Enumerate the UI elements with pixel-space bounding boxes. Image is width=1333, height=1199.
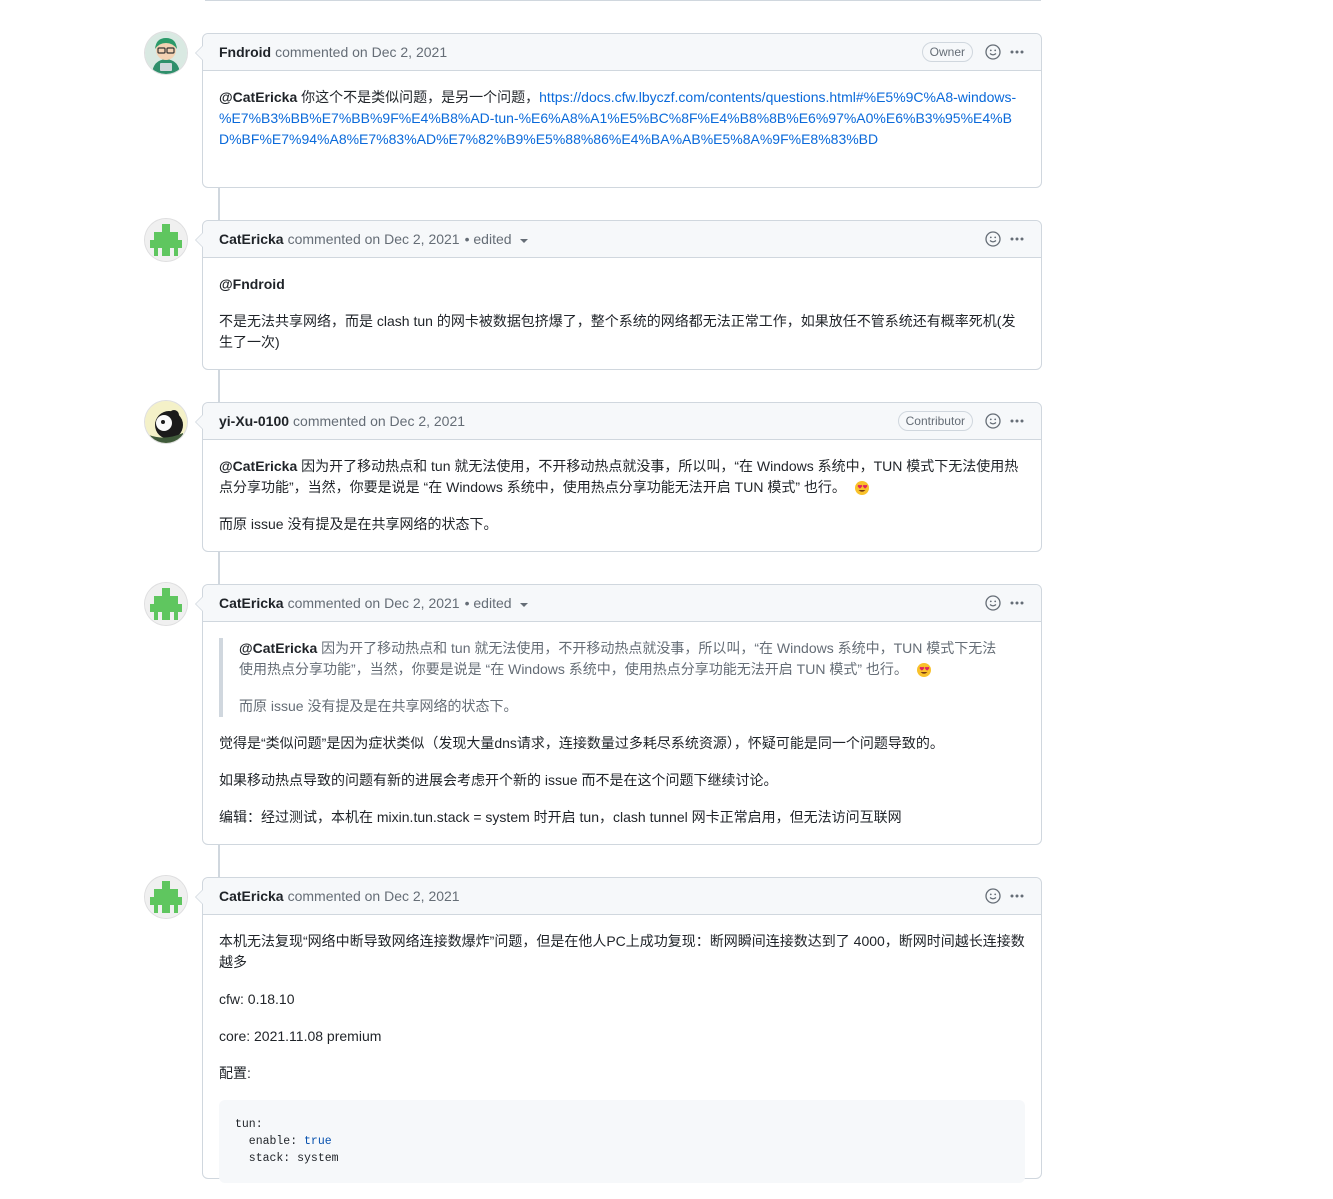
- comment-timestamp[interactable]: commented on Dec 2, 2021: [293, 413, 465, 429]
- comment-author[interactable]: CatEricka: [219, 231, 284, 247]
- avatar-fndroid[interactable]: [145, 32, 187, 74]
- smiley-icon[interactable]: [985, 888, 1001, 904]
- quote-paragraph: @CatEricka 因为开了移动热点和 tun 就无法使用，不开移动热点就没事…: [239, 638, 1009, 680]
- smiling-face-with-hearts-emoji: [854, 481, 869, 496]
- comment-paragraph: 如果移动热点导致的问题有新的进展会考虑开个新的 issue 而不是在这个问题下继…: [219, 772, 778, 788]
- kebab-horizontal-icon[interactable]: [1009, 231, 1025, 247]
- user-mention[interactable]: @CatEricka: [239, 640, 317, 656]
- caret-down-icon: [519, 603, 528, 608]
- comment-text: 因为开了移动热点和 tun 就无法使用，不开移动热点就没事，所以叫，“在 Win…: [219, 458, 1019, 495]
- comment-card: Fndroid commented on Dec 2, 2021 Owner @…: [195, 33, 1042, 188]
- timeline-connector: [218, 188, 220, 220]
- comment-header: CatEricka commented on Dec 2, 2021: [203, 878, 1041, 915]
- comment-actions: [985, 878, 1025, 914]
- comment-author[interactable]: Fndroid: [219, 44, 271, 60]
- kebab-horizontal-icon[interactable]: [1009, 44, 1025, 60]
- quote-paragraph: 而原 issue 没有提及是在共享网络的状态下。: [239, 698, 518, 714]
- comment-card: CatEricka commented on Dec 2, 2021 • edi…: [195, 584, 1042, 845]
- smiley-icon[interactable]: [985, 231, 1001, 247]
- comment-timestamp[interactable]: commented on Dec 2, 2021: [288, 595, 460, 611]
- contributor-badge: Contributor: [897, 411, 973, 431]
- kebab-horizontal-icon[interactable]: [1009, 413, 1025, 429]
- avatar-catericka[interactable]: [145, 583, 187, 625]
- code-block[interactable]: tun: enable: true stack: system: [219, 1100, 1025, 1183]
- quote-block: @CatEricka 因为开了移动热点和 tun 就无法使用，不开移动热点就没事…: [219, 638, 1025, 717]
- comment-header: CatEricka commented on Dec 2, 2021 • edi…: [203, 585, 1041, 622]
- comment-paragraph: core: 2021.11.08 premium: [219, 1028, 382, 1044]
- comment-text: 你这个不是类似问题，是另一个问题，: [297, 89, 540, 105]
- comment-paragraph: 而原 issue 没有提及是在共享网络的状态下。: [219, 516, 498, 532]
- timeline-connector: [218, 370, 220, 402]
- comment-actions: Owner: [921, 34, 1025, 70]
- comment-paragraph: @CatEricka 因为开了移动热点和 tun 就无法使用，不开移动热点就没事…: [219, 456, 1025, 498]
- comment-author[interactable]: CatEricka: [219, 888, 284, 904]
- comment-actions: Contributor: [897, 403, 1025, 439]
- caret-down-icon: [519, 239, 528, 244]
- comment-paragraph: 编辑：经过测试，本机在 mixin.tun.stack = system 时开启…: [219, 809, 902, 825]
- smiley-icon[interactable]: [985, 44, 1001, 60]
- comment-paragraph: @CatEricka 你这个不是类似问题，是另一个问题，https://docs…: [219, 87, 1025, 150]
- timeline-connector: [218, 845, 220, 877]
- avatar-yi-xu-0100-image: [145, 401, 187, 443]
- comment-body: @CatEricka 因为开了移动热点和 tun 就无法使用，不开移动热点就没事…: [203, 622, 1041, 844]
- comment-body: 本机无法复现“网络中断导致网络连接数爆炸”问题，但是在他人PC上成功复现：断网瞬…: [203, 915, 1041, 1199]
- comment-body: @Fndroid 不是无法共享网络，而是 clash tun 的网卡被数据包挤爆…: [203, 258, 1041, 369]
- user-mention[interactable]: @CatEricka: [219, 458, 297, 474]
- comment-actions: [985, 221, 1025, 257]
- smiley-icon[interactable]: [985, 413, 1001, 429]
- code-key: enable:: [235, 1135, 305, 1148]
- comment-paragraph: 不是无法共享网络，而是 clash tun 的网卡被数据包挤爆了，整个系统的网络…: [219, 313, 1016, 350]
- edited-label: • edited: [464, 595, 512, 611]
- code-line: tun:: [235, 1118, 263, 1131]
- comment-author[interactable]: CatEricka: [219, 595, 284, 611]
- owner-badge: Owner: [921, 42, 973, 62]
- edited-dropdown[interactable]: • edited: [465, 231, 528, 247]
- comment-card: CatEricka commented on Dec 2, 2021 • edi…: [195, 220, 1042, 370]
- comment-author[interactable]: yi-Xu-0100: [219, 413, 289, 429]
- comment-body: @CatEricka 你这个不是类似问题，是另一个问题，https://docs…: [203, 71, 1041, 166]
- comment-timestamp[interactable]: commented on Dec 2, 2021: [288, 888, 460, 904]
- comment-timestamp[interactable]: commented on Dec 2, 2021: [275, 44, 447, 60]
- comment-header: Fndroid commented on Dec 2, 2021 Owner: [203, 34, 1041, 71]
- avatar-catericka[interactable]: [145, 876, 187, 918]
- comment-paragraph: cfw: 0.18.10: [219, 991, 295, 1007]
- timeline-connector: [218, 552, 220, 584]
- avatar-catericka[interactable]: [145, 219, 187, 261]
- previous-comment-bottom-border: [205, 0, 1041, 1]
- comment-paragraph: 本机无法复现“网络中断导致网络连接数爆炸”问题，但是在他人PC上成功复现：断网瞬…: [219, 933, 1025, 970]
- identicon-icon: [145, 219, 187, 261]
- identicon-icon: [145, 876, 187, 918]
- comment-paragraph: 觉得是“类似问题”是因为症状类似（发现大量dns请求，连接数量过多耗尽系统资源）…: [219, 735, 944, 751]
- smiley-icon[interactable]: [985, 595, 1001, 611]
- edited-dropdown[interactable]: • edited: [465, 595, 528, 611]
- avatar-fndroid-image: [145, 32, 187, 74]
- comment-card: yi-Xu-0100 commented on Dec 2, 2021 Cont…: [195, 402, 1042, 552]
- avatar-yi-xu-0100[interactable]: [145, 401, 187, 443]
- smiling-face-with-hearts-emoji: [916, 663, 931, 678]
- user-mention[interactable]: @CatEricka: [219, 89, 297, 105]
- edited-label: • edited: [464, 231, 512, 247]
- comment-header: yi-Xu-0100 commented on Dec 2, 2021 Cont…: [203, 403, 1041, 440]
- user-mention[interactable]: @Fndroid: [219, 274, 1025, 295]
- kebab-horizontal-icon[interactable]: [1009, 595, 1025, 611]
- code-value: true: [304, 1135, 332, 1148]
- comment-header: CatEricka commented on Dec 2, 2021 • edi…: [203, 221, 1041, 258]
- identicon-icon: [145, 583, 187, 625]
- comment-actions: [985, 585, 1025, 621]
- quote-text: 因为开了移动热点和 tun 就无法使用，不开移动热点就没事，所以叫，“在 Win…: [239, 640, 997, 677]
- comment-paragraph: 配置:: [219, 1065, 251, 1081]
- comment-timestamp[interactable]: commented on Dec 2, 2021: [288, 231, 460, 247]
- comment-card: CatEricka commented on Dec 2, 2021 本机无法复…: [195, 877, 1042, 1183]
- comment-body: @CatEricka 因为开了移动热点和 tun 就无法使用，不开移动热点就没事…: [203, 440, 1041, 551]
- kebab-horizontal-icon[interactable]: [1009, 888, 1025, 904]
